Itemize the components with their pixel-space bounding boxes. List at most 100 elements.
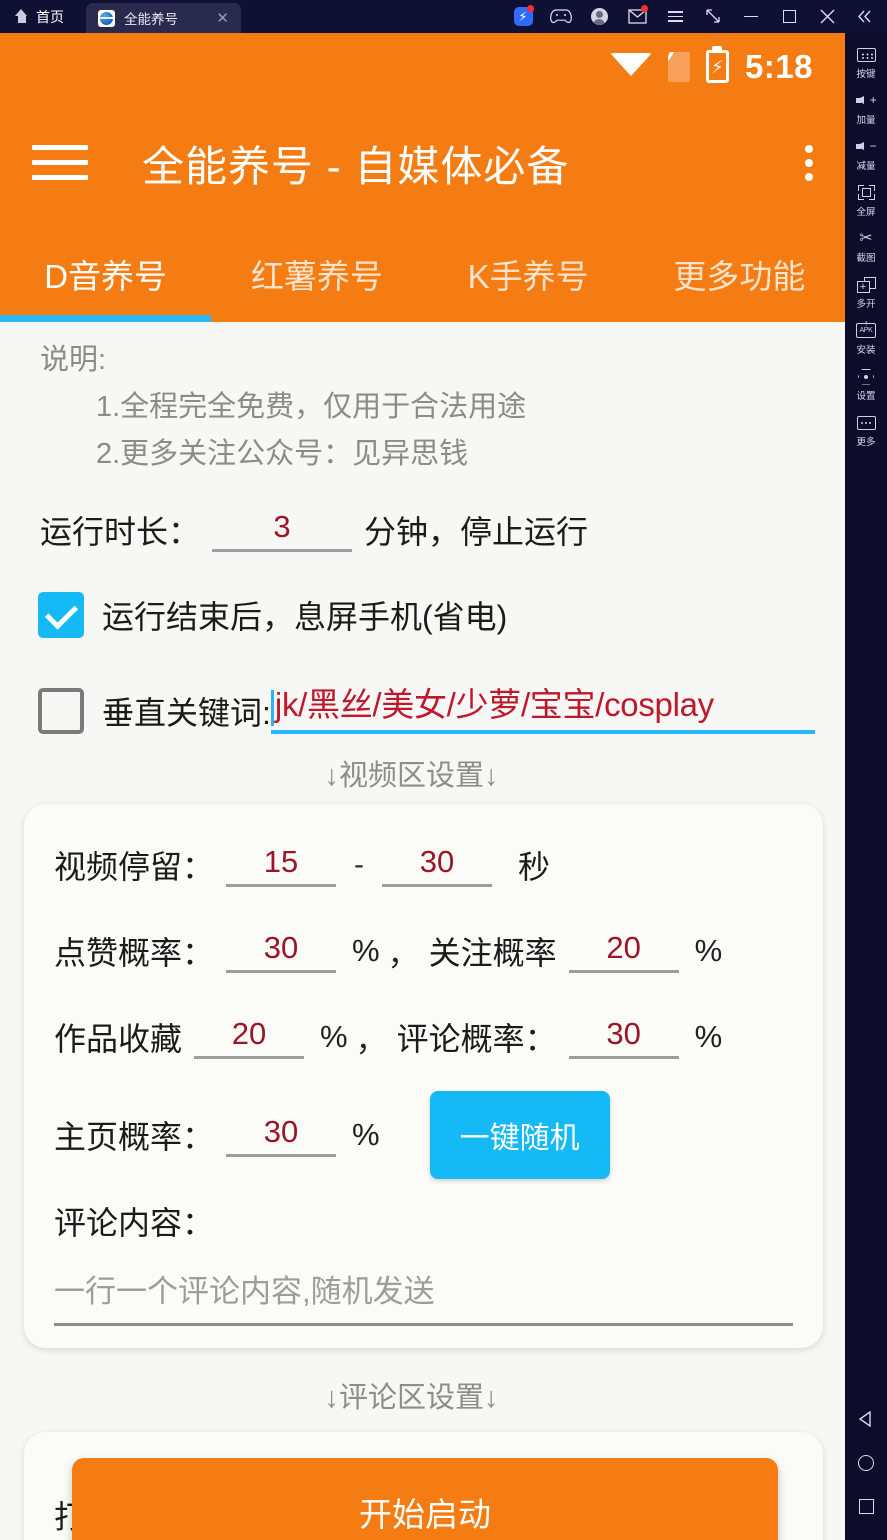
keyword-input[interactable]: jk/黑丝/美女/少萝/宝宝/cosplay — [270, 678, 815, 734]
sidebar-item-settings[interactable]: 设置 — [845, 367, 887, 402]
collect-rate-unit: % — [320, 1019, 348, 1054]
more-icon — [856, 413, 876, 432]
sidebar-item-label: 设置 — [856, 391, 876, 402]
duration-input[interactable]: 3 — [212, 509, 353, 552]
overflow-menu-icon[interactable] — [805, 145, 813, 181]
profile-rate-label: 主页概率： — [54, 1119, 215, 1155]
separator-comma: ， — [387, 936, 419, 972]
mail-notification-dot — [641, 5, 648, 12]
close-icon[interactable] — [808, 0, 846, 33]
follow-rate-label: 关注概率 — [428, 935, 557, 971]
collapse-sidebar-icon[interactable] — [846, 0, 884, 33]
sidebar-item-fullscreen[interactable]: 全屏 — [845, 183, 887, 218]
description-line-1: 1.全程完全免费，仅用于合法用途 — [96, 391, 527, 423]
like-rate-unit: % — [352, 933, 380, 968]
tab-strip: D音养号 红薯养号 K手养号 更多功能 — [0, 226, 845, 322]
video-settings-card: 视频停留： 15 - 30 秒 点赞概率： 30 % ， 关注概率 20 % 作… — [24, 804, 823, 1348]
status-clock: 5:18 — [744, 47, 813, 85]
recents-square-icon[interactable] — [858, 1499, 874, 1514]
duration-label: 运行时长： — [40, 514, 201, 550]
back-triangle-icon[interactable] — [858, 1410, 874, 1428]
minimize-icon[interactable] — [732, 0, 770, 33]
mail-icon[interactable] — [618, 0, 656, 33]
gamepad-icon[interactable] — [542, 0, 580, 33]
video-stay-max-input[interactable]: 30 — [382, 844, 493, 887]
keyword-row: 垂直关键词: jk/黑丝/美女/少萝/宝宝/cosplay — [0, 654, 845, 734]
comment-content-input[interactable]: 一行一个评论内容,随机发送 — [54, 1266, 793, 1326]
sim-off-icon — [667, 51, 690, 82]
keypad-icon — [856, 45, 876, 64]
close-icon[interactable]: ✕ — [202, 11, 229, 26]
range-dash: - — [354, 848, 365, 881]
fullscreen-icon — [857, 183, 875, 202]
sidebar-item-screenshot[interactable]: ✂ 截图 — [845, 229, 887, 264]
comment-rate-unit: % — [694, 1019, 723, 1054]
video-stay-min-input[interactable]: 15 — [226, 844, 337, 887]
follow-rate-unit: % — [694, 933, 723, 968]
sidebar-item-install-apk[interactable]: APK 安装 — [845, 321, 887, 356]
sidebar-item-volume-up[interactable]: + 加量 — [845, 91, 887, 126]
duration-row: 运行时长： 3 分钟，停止运行 — [0, 484, 845, 576]
sidebar-item-more[interactable]: 更多 — [845, 413, 887, 448]
emulator-sidebar: 按键 + 加量 − 减量 全屏 ✂ 截图 + 多开 ↑ APK 安装 设置 更多 — [845, 33, 887, 1540]
text-caret — [270, 690, 274, 726]
sleep-after-run-checkbox[interactable] — [38, 592, 84, 638]
sidebar-item-keys[interactable]: 按键 — [845, 45, 887, 80]
home-tab[interactable]: 首页 — [0, 0, 80, 33]
tab-more-features[interactable]: 更多功能 — [634, 250, 845, 298]
resize-icon[interactable] — [694, 0, 732, 33]
volume-up-icon: + — [855, 91, 877, 110]
browser-tab-active[interactable]: 全能养号 ✕ — [86, 3, 241, 33]
profile-rate-input[interactable]: 30 — [226, 1114, 337, 1157]
sleep-after-run-row[interactable]: 运行结束后，息屏手机(省电) — [0, 576, 845, 654]
comment-content-placeholder: 一行一个评论内容,随机发送 — [54, 1274, 435, 1309]
one-click-random-button[interactable]: 一键随机 — [429, 1091, 610, 1179]
video-stay-row: 视频停留： 15 - 30 秒 — [24, 822, 823, 908]
tab-dyin[interactable]: D音养号 — [0, 250, 211, 298]
description-line-2: 2.更多关注公众号：见异思钱 — [96, 438, 469, 470]
android-statusbar: ⚡ 5:18 — [0, 33, 845, 100]
settings-body: 说明: 1.全程完全免费，仅用于合法用途 2.更多关注公众号：见异思钱 运行时长… — [0, 322, 845, 1540]
keyword-checkbox[interactable] — [38, 688, 84, 734]
collect-rate-input[interactable]: 20 — [194, 1016, 305, 1059]
home-circle-icon[interactable] — [858, 1455, 874, 1471]
window-titlebar: 首页 全能养号 ✕ ⚡ — [0, 0, 887, 33]
start-button[interactable]: 开始启动 — [72, 1458, 778, 1540]
comment-rate-input[interactable]: 30 — [568, 1016, 679, 1059]
app-header: ⚡ 5:18 全能养号 - 自媒体必备 D音养号 红薯养号 K手养号 更多功能 — [0, 33, 845, 322]
tab-kuaishou[interactable]: K手养号 — [423, 250, 634, 298]
home-tab-label: 首页 — [36, 8, 64, 25]
multi-instance-icon: + — [856, 275, 876, 294]
like-rate-input[interactable]: 30 — [226, 930, 337, 973]
sleep-after-run-label: 运行结束后，息屏手机(省电) — [102, 599, 508, 635]
follow-rate-input[interactable]: 20 — [568, 930, 679, 973]
profile-rate-unit: % — [352, 1117, 380, 1152]
sidebar-item-multi-instance[interactable]: + 多开 — [845, 275, 887, 310]
video-section-title: ↓视频区设置↓ — [324, 760, 499, 792]
profile-rate-row: 主页概率： 30 % 一键随机 — [24, 1080, 823, 1190]
description-heading: 说明: — [40, 344, 107, 376]
video-stay-unit: 秒 — [518, 849, 551, 885]
sidebar-item-label: 减量 — [856, 161, 876, 172]
page-title: 全能养号 - 自媒体必备 — [142, 142, 570, 190]
emulator-window: 首页 全能养号 ✕ ⚡ ⚡ 5:18 全能养号 - 自媒体必备 D音养号 红薯养… — [0, 0, 887, 1540]
window-controls: ⚡ — [504, 0, 887, 33]
account-icon[interactable] — [580, 0, 618, 33]
keyword-value: jk/黑丝/美女/少萝/宝宝/cosplay — [274, 686, 714, 723]
sidebar-item-label: 加量 — [856, 115, 876, 126]
video-stay-label: 视频停留： — [54, 849, 215, 885]
android-nav-buttons — [858, 1410, 874, 1540]
scissors-icon: ✂ — [859, 229, 873, 247]
sidebar-item-label: 更多 — [856, 437, 876, 448]
maximize-icon[interactable] — [770, 0, 808, 33]
comment-rate-label: 评论概率： — [396, 1021, 557, 1057]
description-block: 说明: 1.全程完全免费，仅用于合法用途 2.更多关注公众号：见异思钱 — [0, 322, 845, 472]
tab-hongshu[interactable]: 红薯养号 — [211, 250, 422, 298]
volume-down-icon: − — [855, 137, 877, 156]
boost-icon[interactable]: ⚡ — [504, 0, 542, 33]
menu-icon[interactable] — [656, 0, 694, 33]
like-follow-row: 点赞概率： 30 % ， 关注概率 20 % — [24, 908, 823, 994]
sidebar-item-volume-down[interactable]: − 减量 — [845, 137, 887, 172]
hamburger-icon[interactable] — [32, 143, 88, 183]
install-apk-icon: APK — [856, 321, 876, 340]
